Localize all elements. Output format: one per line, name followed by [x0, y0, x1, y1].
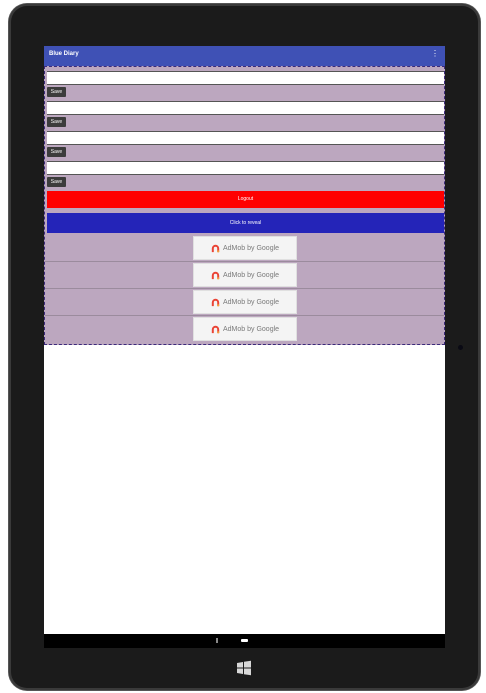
ad-row-4: AdMob by Google: [45, 316, 444, 342]
back-nav-icon[interactable]: [216, 638, 218, 643]
entry-field-4[interactable]: [47, 161, 444, 175]
save-button-4[interactable]: Save: [47, 177, 66, 187]
ad-row-3: AdMob by Google: [45, 289, 444, 316]
reveal-button[interactable]: Click to reveal: [47, 213, 444, 233]
admob-logo-icon: [211, 244, 220, 253]
save-button-3[interactable]: Save: [47, 147, 66, 157]
home-nav-icon[interactable]: [241, 639, 248, 642]
admob-label: AdMob by Google: [223, 299, 280, 306]
admob-label: AdMob by Google: [223, 326, 280, 333]
admob-banner-2[interactable]: AdMob by Google: [193, 263, 297, 287]
admob-label: AdMob by Google: [223, 272, 280, 279]
camera-icon: [458, 345, 463, 350]
entry-field-2[interactable]: [47, 101, 444, 115]
entry-field-1[interactable]: [47, 71, 444, 85]
admob-banner-4[interactable]: AdMob by Google: [193, 317, 297, 341]
system-nav-bar: [44, 634, 445, 648]
admob-banner-1[interactable]: AdMob by Google: [193, 236, 297, 260]
ad-row-1: AdMob by Google: [45, 235, 444, 262]
main-content: Save Save Save Save Logout Click to reve…: [44, 66, 445, 345]
admob-logo-icon: [211, 298, 220, 307]
admob-banner-3[interactable]: AdMob by Google: [193, 290, 297, 314]
admob-logo-icon: [211, 325, 220, 334]
save-button-2[interactable]: Save: [47, 117, 66, 127]
app-screen: Blue Diary ⋮ Save Save Save Save Logout …: [44, 46, 445, 648]
save-button-1[interactable]: Save: [47, 87, 66, 97]
app-title: Blue Diary: [49, 51, 79, 57]
overflow-menu-icon[interactable]: ⋮: [431, 50, 439, 58]
admob-label: AdMob by Google: [223, 245, 280, 252]
windows-logo-icon[interactable]: [236, 660, 252, 676]
admob-logo-icon: [211, 271, 220, 280]
logout-button[interactable]: Logout: [47, 191, 444, 208]
ad-row-2: AdMob by Google: [45, 262, 444, 289]
entry-field-3[interactable]: [47, 131, 444, 145]
app-bar: Blue Diary ⋮: [44, 46, 445, 66]
